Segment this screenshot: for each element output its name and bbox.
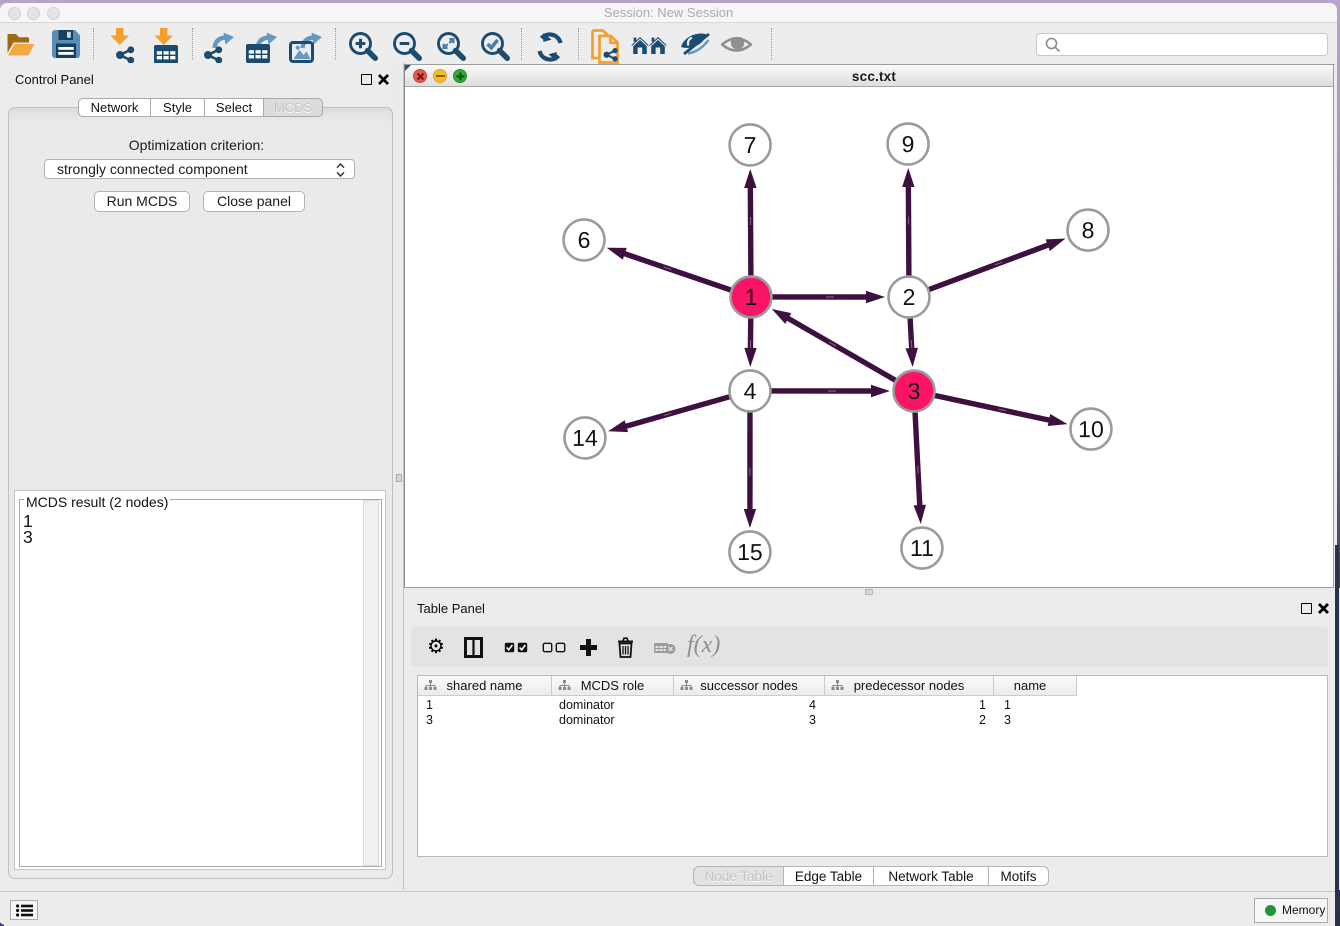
svg-text:11: 11 <box>910 535 934 561</box>
svg-text:3: 3 <box>908 378 921 404</box>
svg-text:8: 8 <box>1082 217 1095 243</box>
svg-text:14: 14 <box>572 425 598 451</box>
svg-text:9: 9 <box>902 131 915 157</box>
svg-text:2: 2 <box>903 284 916 310</box>
svg-text:7: 7 <box>744 132 757 158</box>
svg-text:6: 6 <box>578 227 591 253</box>
svg-text:4: 4 <box>744 378 757 404</box>
svg-text:1: 1 <box>745 284 758 310</box>
svg-text:15: 15 <box>737 539 763 565</box>
svg-text:10: 10 <box>1078 416 1104 442</box>
